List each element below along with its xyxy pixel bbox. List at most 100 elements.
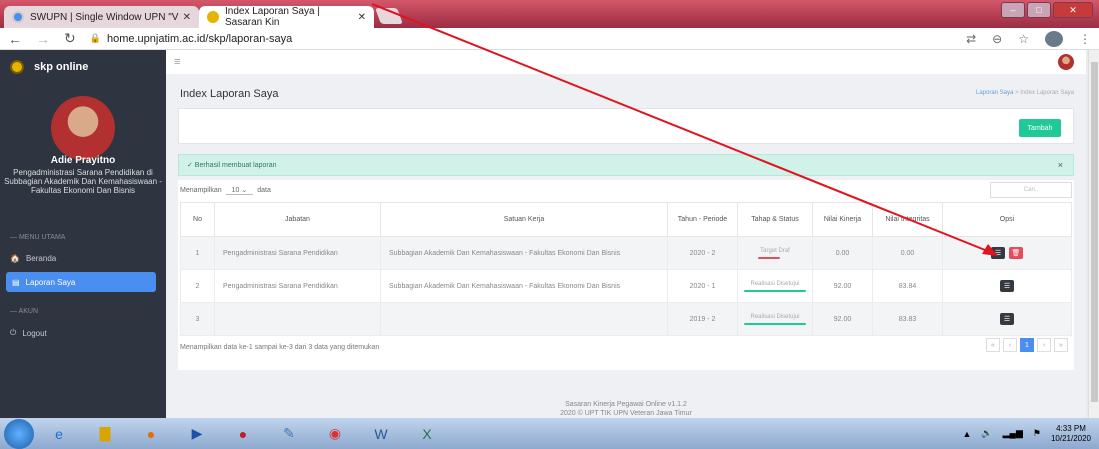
page-title: Index Laporan Saya — [180, 88, 279, 100]
taskbar: e ▇ ● ▶ ● ✎ ◉ W X ▲ 🔊 ▂▄▆ ⚑ 4:33 PM 10/2… — [0, 418, 1099, 449]
word-icon[interactable]: W — [360, 421, 402, 447]
status-label: Realisasi Disetujui — [750, 280, 800, 287]
page-prev[interactable]: ‹ — [1003, 338, 1017, 352]
browser-tab-laporan[interactable]: Index Laporan Saya | Sasaran Kin ✕ — [199, 6, 374, 28]
page-next[interactable]: › — [1037, 338, 1051, 352]
zoom-icon[interactable]: ⊖ — [992, 32, 1002, 46]
edit-report-button[interactable]: ☰ — [1000, 313, 1014, 325]
skp-favicon-icon — [207, 11, 219, 23]
cell-satuan — [380, 302, 668, 336]
vertical-scrollbar[interactable] — [1088, 50, 1099, 418]
status-progress-bar — [758, 256, 780, 259]
chrome-icon[interactable]: ◉ — [314, 421, 356, 447]
column-header[interactable]: Nilai Integritas — [872, 202, 943, 237]
profile-icon[interactable] — [1045, 30, 1063, 47]
sidebar-item-label: Beranda — [25, 254, 57, 263]
sidebar-item-laporan[interactable]: ▤ Laporan Saya — [6, 272, 156, 292]
page-last[interactable]: » — [1054, 338, 1068, 352]
footer-line-2: 2020 © UPT TIK UPN Veteran Jawa Timur — [560, 410, 692, 417]
media-icon[interactable]: ● — [130, 421, 172, 447]
camera-icon[interactable]: ● — [222, 421, 264, 447]
page-current[interactable]: 1 — [1020, 338, 1034, 352]
cell-status: Realisasi Disetujui — [737, 302, 813, 336]
column-header[interactable]: Satuan Kerja — [380, 202, 668, 237]
sidebar-item-logout[interactable]: ⏻ Logout — [10, 328, 47, 338]
excel-icon[interactable]: X — [406, 421, 448, 447]
volume-icon[interactable]: 🔊 — [981, 428, 992, 439]
translate-icon[interactable]: ⇄ — [966, 32, 976, 46]
add-button[interactable]: Tambah — [1019, 119, 1061, 137]
browser-tabbar: SWUPN | Single Window UPN "V ✕ Index Lap… — [0, 0, 1099, 28]
bookmark-star-icon[interactable]: ☆ — [1018, 32, 1029, 46]
column-header[interactable]: No — [180, 202, 215, 237]
main-content: ≡ Index Laporan Saya Laporan Saya > Inde… — [166, 50, 1086, 418]
back-icon[interactable]: ← — [8, 31, 22, 47]
header-avatar[interactable] — [1058, 54, 1074, 70]
reload-icon[interactable]: ↻ — [64, 30, 76, 47]
column-header[interactable]: Tahun - Periode — [667, 202, 738, 237]
brand[interactable]: skp online — [0, 50, 166, 84]
close-tab-icon[interactable]: ✕ — [358, 12, 366, 23]
column-header[interactable]: Tahap & Status — [737, 202, 813, 237]
player-icon[interactable]: ▶ — [176, 421, 218, 447]
close-tab-icon[interactable]: ✕ — [183, 12, 191, 23]
top-header: ≡ — [166, 50, 1086, 74]
status-label: Realisasi Disetujui — [750, 313, 800, 320]
cell-periode: 2019 - 2 — [667, 302, 738, 336]
paint-icon[interactable]: ✎ — [268, 421, 310, 447]
edit-report-button[interactable]: ☰ — [991, 247, 1005, 259]
system-tray: ▲ 🔊 ▂▄▆ ⚑ 4:33 PM 10/21/2020 — [963, 424, 1099, 444]
delete-report-button[interactable]: 🗑 — [1009, 247, 1023, 259]
status-label: Target Draf — [760, 247, 790, 254]
tab-label: SWUPN | Single Window UPN "V — [30, 11, 179, 23]
maximize-icon[interactable]: □ — [1027, 2, 1051, 18]
close-window-icon[interactable]: ✕ — [1053, 2, 1093, 18]
explorer-icon[interactable]: ▇ — [84, 421, 126, 447]
lock-icon: 🔒 — [89, 33, 101, 43]
alert-close-icon[interactable]: × — [1058, 160, 1063, 170]
user-role: Pengadministrasi Sarana Pendidikan di Su… — [4, 168, 162, 195]
search-input[interactable]: Cari.. — [990, 182, 1072, 198]
minimize-icon[interactable]: – — [1001, 2, 1025, 18]
column-header[interactable]: Nilai Kinerja — [812, 202, 873, 237]
cell-kinerja: 92.00 — [812, 302, 873, 336]
column-header[interactable]: Jabatan — [214, 202, 381, 237]
sidebar: skp online Adie Prayitno Pengadministras… — [0, 50, 166, 418]
breadcrumb-current: Index Laporan Saya — [1020, 90, 1074, 96]
column-header: Opsi — [942, 202, 1072, 237]
signal-icon[interactable]: ▂▄▆ — [1003, 428, 1023, 439]
breadcrumb-laporan[interactable]: Laporan Saya — [976, 90, 1013, 96]
clock[interactable]: 4:33 PM 10/21/2020 — [1051, 424, 1091, 444]
url-field[interactable]: home.upnjatim.ac.id/skp/laporan-saya — [107, 33, 292, 45]
sidebar-item-beranda[interactable]: 🏠 Beranda — [10, 254, 56, 263]
page-length: Menampilkan 10 ⌄ data — [180, 186, 271, 195]
status-progress-bar — [744, 322, 806, 325]
scroll-thumb[interactable] — [1091, 62, 1098, 402]
cell-periode: 2020 - 2 — [667, 236, 738, 270]
breadcrumb: Laporan Saya > Index Laporan Saya — [976, 90, 1074, 96]
start-button[interactable] — [4, 418, 34, 449]
page-length-select[interactable]: 10 ⌄ — [225, 186, 254, 195]
brand-name: skp online — [34, 61, 89, 73]
menu-dots-icon[interactable]: ⋮ — [1079, 32, 1091, 46]
chrome-favicon-icon — [12, 11, 24, 23]
cell-kinerja: 0.00 — [812, 236, 873, 270]
flag-icon[interactable]: ⚑ — [1033, 428, 1041, 439]
table-row: 1 Pengadministrasi Sarana Pendidikan Sub… — [180, 236, 1072, 270]
power-icon: ⏻ — [10, 328, 17, 337]
sidebar-item-label: Logout — [22, 328, 47, 338]
tab-label: Index Laporan Saya | Sasaran Kin — [225, 6, 320, 28]
cell-integritas: 83.84 — [872, 269, 943, 303]
page-first[interactable]: « — [986, 338, 1000, 352]
cell-kinerja: 92.00 — [812, 269, 873, 303]
action-card: Tambah — [178, 108, 1074, 144]
new-tab-button[interactable] — [375, 8, 403, 24]
hamburger-icon[interactable]: ≡ — [174, 56, 180, 68]
footer-line-1: Sasaran Kinerja Pegawai Online v1.1.2 — [565, 401, 687, 408]
cell-no: 3 — [180, 302, 215, 336]
tray-arrow-icon[interactable]: ▲ — [963, 429, 972, 439]
edit-report-button[interactable]: ☰ — [1000, 280, 1014, 292]
forward-icon[interactable]: → — [36, 31, 50, 47]
browser-tab-swupn[interactable]: SWUPN | Single Window UPN "V ✕ — [4, 6, 199, 28]
ie-icon[interactable]: e — [38, 421, 80, 447]
